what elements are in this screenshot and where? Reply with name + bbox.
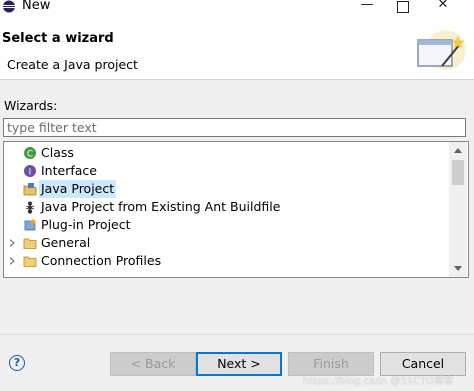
page-description: Create a Java project (7, 57, 138, 72)
tree-item-class[interactable]: C Class (4, 144, 449, 162)
wizards-label: Wizards: (4, 98, 58, 113)
filter-input[interactable] (3, 118, 466, 137)
footer-divider (0, 334, 474, 335)
wizard-tree[interactable]: C Class I Interface Java Project Java Pr… (3, 141, 469, 278)
plugin-project-icon (24, 219, 36, 231)
tree-item-label: Java Project from Existing Ant Buildfile (41, 199, 281, 214)
ant-icon (25, 201, 35, 214)
java-project-icon (23, 183, 37, 196)
tree-item-label: General (41, 235, 91, 250)
folder-icon (23, 238, 37, 249)
next-button[interactable]: Next > (196, 352, 282, 376)
help-icon[interactable]: ? (9, 355, 25, 371)
eclipse-app-icon (3, 0, 15, 13)
tree-item-label: Plug-in Project (41, 217, 131, 232)
close-button[interactable]: ✕ (428, 0, 458, 15)
scrollbar-thumb[interactable] (452, 160, 464, 185)
wizard-banner-icon (417, 30, 466, 70)
tree-item-java-project[interactable]: Java Project (4, 180, 449, 198)
tree-item-label: Interface (41, 163, 97, 178)
scroll-up-button[interactable] (449, 142, 467, 159)
arrow-down-icon (454, 266, 462, 271)
maximize-icon (397, 1, 409, 13)
tree-item-interface[interactable]: I Interface (4, 162, 449, 180)
watermark: https://blog.csdn @51CTO博客 (303, 376, 454, 387)
svg-text:I: I (29, 168, 32, 178)
title-bar: New — ✕ (0, 0, 474, 15)
tree-item-label: Class (41, 145, 74, 160)
tree-item-label: Java Project (39, 180, 117, 198)
maximize-button[interactable] (388, 0, 418, 15)
svg-text:C: C (27, 150, 33, 160)
minimize-button[interactable]: — (352, 0, 382, 15)
wizard-header: Select a wizard Create a Java project (0, 15, 474, 80)
page-title: Select a wizard (2, 31, 114, 46)
expand-arrow-icon[interactable] (9, 239, 15, 247)
tree-item-plugin-project[interactable]: Plug-in Project (4, 216, 449, 234)
scroll-down-button[interactable] (449, 260, 467, 277)
tree-item-general[interactable]: General (4, 234, 449, 252)
vertical-scrollbar[interactable] (449, 142, 467, 277)
tree-item-connection-profiles[interactable]: Connection Profiles (4, 252, 449, 270)
tree-item-label: Connection Profiles (41, 253, 162, 268)
window-title: New (22, 0, 51, 13)
tree-item-ant-project[interactable]: Java Project from Existing Ant Buildfile (4, 198, 449, 216)
folder-icon (23, 256, 37, 267)
interface-icon: I (24, 165, 36, 178)
back-button[interactable]: < Back (110, 352, 196, 376)
class-icon: C (24, 147, 36, 160)
arrow-up-icon (454, 148, 462, 153)
expand-arrow-icon[interactable] (9, 257, 15, 265)
